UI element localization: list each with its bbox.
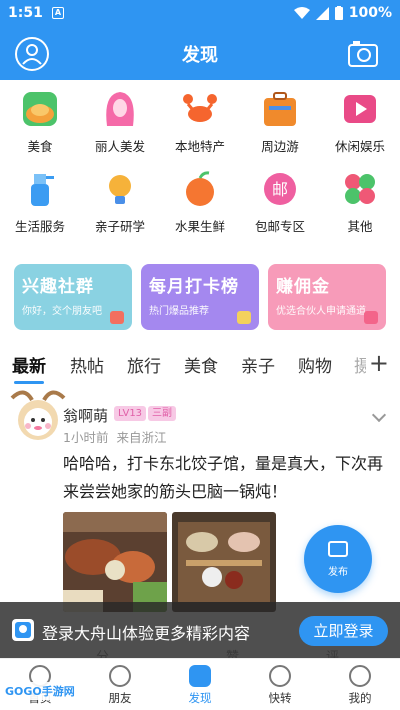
tab-food[interactable]: 美食 [184,352,218,377]
post-meta: 1小时前 来自浙江 [63,427,166,446]
tab-latest[interactable]: 最新 [12,352,46,377]
category-free-shipping[interactable]: 邮 包邮专区 [240,170,320,235]
nav-label: 快转 [268,691,292,705]
tab-shopping[interactable]: 购物 [298,352,332,377]
top-bar: 1:51 A 100% 发现 [0,0,400,80]
banner-title: 每月打卡榜 [149,277,239,297]
publish-button[interactable]: 发布 [304,525,372,593]
camera-icon [348,41,378,67]
roast-chicken-icon [21,90,59,128]
film-icon [341,90,379,128]
banner-interest-group[interactable]: 兴趣社群 你好，交个朋友吧 [14,264,132,330]
banner-subtitle: 热门爆品推荐 [149,306,209,317]
tab-photo[interactable]: 摄 [354,352,366,377]
banner-subtitle: 你好，交个朋友吧 [22,306,102,317]
login-button[interactable]: 立即登录 [299,616,388,646]
suitcase-icon [261,90,299,128]
add-tab-button[interactable]: + [369,349,389,377]
mail-badge-icon: 邮 [261,170,299,208]
category-label: 亲子研学 [94,219,145,234]
banner-checkin-rank[interactable]: 每月打卡榜 热门爆品推荐 [141,264,259,330]
app-logo-icon [12,619,34,641]
category-other[interactable]: 其他 [320,170,400,235]
tab-hot[interactable]: 热帖 [70,352,104,377]
calendar-icon [237,311,251,324]
tab-travel[interactable]: 旅行 [127,352,161,377]
category-parenting[interactable]: 亲子研学 [80,170,160,235]
category-label: 生活服务 [14,219,65,234]
author-name[interactable]: 翁啊萌 [63,405,108,426]
crab-icon [181,90,219,128]
category-label: 其他 [347,219,373,234]
site-watermark: GOGO手游网 [2,682,78,700]
banner-title: 兴趣社群 [22,277,94,297]
location-icon [269,665,291,687]
nav-profile[interactable]: 我的 [330,665,390,706]
category-fruit[interactable]: 水果生鲜 [160,170,240,235]
banner-subtitle: 优选合伙人申请通道 [276,306,366,317]
banner-title: 赚佣金 [276,277,330,297]
nav-label: 朋友 [108,691,132,705]
signal-icon [315,6,329,20]
gift-icon [364,311,378,324]
woman-hair-icon [101,90,139,128]
svg-text:邮: 邮 [272,180,288,199]
camera-button[interactable] [348,40,378,68]
category-label: 丽人美发 [94,139,145,154]
heart-icon [110,311,124,324]
tab-parenting[interactable]: 亲子 [241,352,275,377]
category-services[interactable]: 生活服务 [0,170,80,235]
spray-bottle-icon [21,170,59,208]
category-label: 本地特产 [174,139,225,154]
post-body: 哈哈哈，打卡东北饺子馆，量是真大，下次再来尝尝她家的筋头巴脑一锅炖！ [63,454,384,501]
battery-level: 100% [348,5,392,21]
category-label: 休闲娱乐 [334,139,385,154]
category-label: 包邮专区 [254,219,305,234]
category-beauty[interactable]: 丽人美发 [80,90,160,155]
nav-discover[interactable]: 发现 [170,665,230,706]
page-title: 发现 [182,45,218,66]
friends-icon [109,665,131,687]
discover-icon [189,665,211,687]
status-time: 1:51 [8,5,43,21]
lightbulb-icon [101,170,139,208]
category-label: 美食 [27,139,53,154]
category-specialty[interactable]: 本地特产 [160,90,240,155]
notification-icon: A [52,7,64,19]
image-icon [328,541,348,557]
status-bar: 1:51 A 100% [0,0,400,28]
rank-badge: 三副 [148,406,176,421]
nav-label: 我的 [348,691,372,705]
clover-icon [341,170,379,208]
category-food[interactable]: 美食 [0,90,80,155]
category-label: 水果生鲜 [174,219,225,234]
post-photo[interactable] [172,512,276,612]
post-photo[interactable] [63,512,167,612]
login-prompt-bar: 登录大舟山体验更多精彩内容 立即登录 [0,602,400,658]
active-tab-indicator [14,381,44,384]
banner-commission[interactable]: 赚佣金 优选合伙人申请通道 [268,264,386,330]
nav-friends[interactable]: 朋友 [90,665,150,706]
profile-icon [349,665,371,687]
discover-screen: 1:51 A 100% 发现 美食 丽人美发 本地特产 周边游 休闲娱乐 生活服… [0,0,400,710]
author-avatar[interactable] [8,386,68,446]
level-badge: LV13 [114,406,147,421]
wifi-icon [293,6,310,19]
post-location: 来自浙江 [116,430,167,445]
nav-label: 发现 [188,691,212,705]
post-time: 1小时前 [63,430,109,445]
nav-quick-share[interactable]: 快转 [250,665,310,706]
category-label: 周边游 [261,139,299,154]
category-travel[interactable]: 周边游 [240,90,320,155]
apple-icon [181,170,219,208]
login-prompt-text: 登录大舟山体验更多精彩内容 [42,624,251,643]
feed-tabs: 最新 热帖 旅行 美食 亲子 购物 摄 + [0,349,400,384]
chevron-down-icon[interactable] [371,407,387,423]
publish-label: 发布 [328,567,348,578]
battery-icon [334,6,343,20]
category-leisure[interactable]: 休闲娱乐 [320,90,400,155]
